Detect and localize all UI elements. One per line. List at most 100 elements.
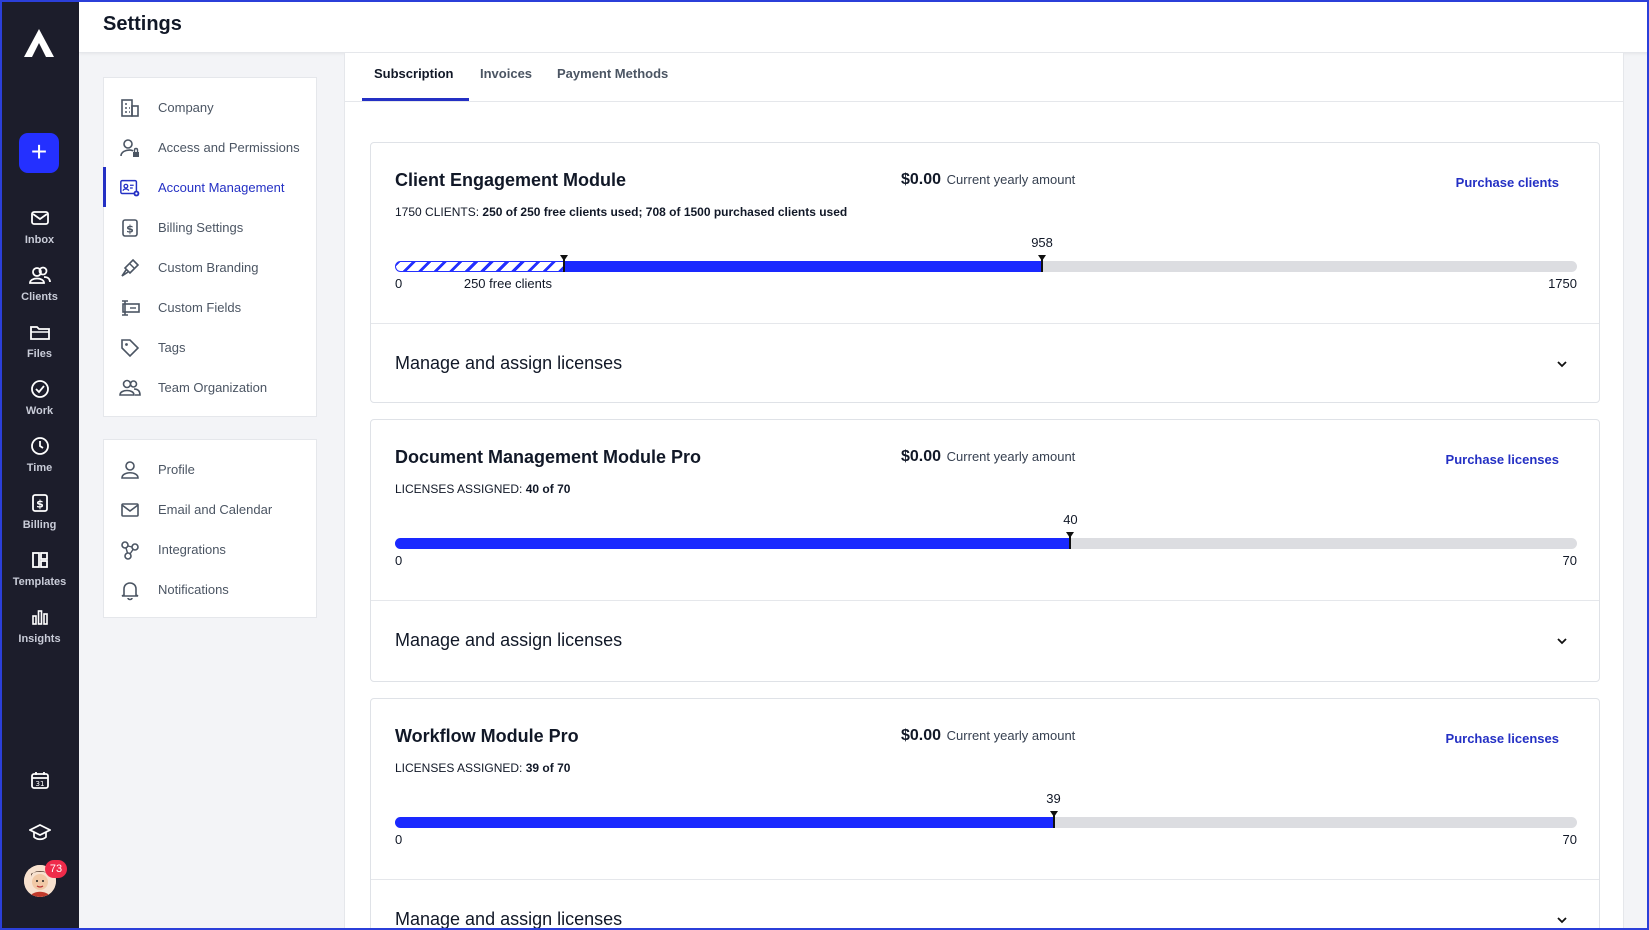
- manage-licenses-row[interactable]: Manage and assign licenses: [371, 323, 1599, 403]
- nav-item-notifications[interactable]: Notifications: [104, 569, 316, 609]
- purchase-licenses-button[interactable]: Purchase licenses: [1446, 731, 1559, 746]
- used-marker: [1066, 532, 1075, 549]
- manage-licenses-label: Manage and assign licenses: [395, 909, 623, 929]
- rail-item-label: Inbox: [24, 234, 55, 246]
- integrations-icon: [121, 541, 139, 560]
- rail-item-label: Clients: [21, 291, 58, 303]
- app-rail: + Inbox Clients Files Work Time $ Billin…: [0, 0, 79, 930]
- rail-item-label: Time: [26, 462, 53, 474]
- usage-prefix: LICENSES ASSIGNED:: [395, 482, 523, 496]
- nav-item-integrations[interactable]: Integrations: [104, 529, 316, 569]
- tab-payment-methods[interactable]: Payment Methods: [557, 66, 668, 81]
- nav-item-company[interactable]: Company: [104, 87, 316, 127]
- module-card-document-management: Document Management Module Pro $0.00 Cur…: [370, 419, 1600, 682]
- usage-bar: 958 0 250 free clients 1750: [395, 235, 1577, 291]
- used-value-label: 39: [1046, 791, 1061, 806]
- amount-value: $0.00: [901, 448, 942, 465]
- module-title: Workflow Module Pro: [395, 726, 579, 746]
- nav-item-account-management[interactable]: Account Management: [103, 167, 316, 207]
- bell-icon: [121, 582, 139, 601]
- svg-text:$: $: [36, 498, 44, 511]
- tab-subscription[interactable]: Subscription: [374, 66, 453, 81]
- main-content: Subscription Invoices Payment Methods Cl…: [344, 53, 1624, 930]
- module-card-workflow: Workflow Module Pro $0.00 Current yearly…: [370, 698, 1600, 930]
- svg-text:31: 31: [35, 780, 44, 788]
- usage-value: 39 of 70: [525, 761, 571, 775]
- nav-item-label: Custom Branding: [158, 259, 259, 275]
- rail-item-inbox[interactable]: Inbox: [0, 208, 79, 246]
- nav-item-label: Tags: [158, 339, 186, 355]
- nav-item-email-calendar[interactable]: Email and Calendar: [104, 489, 316, 529]
- account-gear-icon: [120, 179, 140, 197]
- amount-value: $0.00: [901, 727, 942, 744]
- module-title: Client Engagement Module: [395, 170, 627, 190]
- amount-label: Current yearly amount: [946, 728, 1076, 743]
- rail-item-label: Files: [26, 348, 53, 360]
- usage-value: 250 of 250 free clients used; 708 of 150…: [482, 205, 848, 219]
- nav-item-label: Custom Fields: [158, 299, 242, 315]
- chevron-down-icon[interactable]: [1555, 913, 1569, 927]
- mail-icon: [121, 503, 139, 517]
- used-marker: [1049, 811, 1058, 828]
- purchase-clients-button[interactable]: Purchase clients: [1456, 175, 1559, 190]
- rail-item-label: Work: [25, 405, 54, 417]
- rail-item-templates[interactable]: Templates: [0, 550, 79, 588]
- nav-item-tags[interactable]: Tags: [104, 327, 316, 367]
- nav-item-custom-fields[interactable]: Custom Fields: [104, 287, 316, 327]
- rail-item-clients[interactable]: Clients: [0, 265, 79, 303]
- nav-item-profile[interactable]: Profile: [104, 449, 316, 489]
- rail-item-insights[interactable]: Insights: [0, 607, 79, 645]
- tab-invoices[interactable]: Invoices: [480, 66, 532, 81]
- nav-item-label: Billing Settings: [158, 219, 244, 235]
- module-amount: $0.00 Current yearly amount: [901, 727, 1075, 745]
- module-usage-summary: LICENSES ASSIGNED: 39 of 70: [395, 761, 570, 775]
- manage-licenses-row[interactable]: Manage and assign licenses: [371, 879, 1599, 930]
- settings-nav-personal: Profile Email and Calendar Integrations …: [103, 439, 317, 618]
- rail-item-files[interactable]: Files: [0, 322, 79, 360]
- settings-nav-organization: Company Access and Permissions Account M…: [103, 77, 317, 417]
- nav-item-label: Access and Permissions: [158, 139, 300, 155]
- amount-value: $0.00: [901, 171, 942, 188]
- manage-licenses-label: Manage and assign licenses: [395, 353, 623, 373]
- rail-item-label: Billing: [22, 519, 57, 531]
- dollar-doc-icon: $: [122, 219, 138, 237]
- chevron-down-icon[interactable]: [1555, 357, 1569, 371]
- amount-label: Current yearly amount: [946, 449, 1076, 464]
- chevron-down-icon[interactable]: [1555, 634, 1569, 648]
- used-value-label: 958: [1031, 235, 1053, 250]
- bar-max-label: 70: [1562, 832, 1577, 847]
- building-icon: [121, 99, 139, 117]
- rail-item-billing[interactable]: $ Billing: [0, 493, 79, 531]
- top-header: Settings: [79, 0, 1649, 53]
- usage-bar: 39 0 70: [395, 791, 1577, 847]
- user-lock-icon: [120, 139, 139, 157]
- usage-bar: 40 0 70: [395, 512, 1577, 568]
- nav-item-label: Notifications: [158, 581, 229, 597]
- purchase-licenses-button[interactable]: Purchase licenses: [1446, 452, 1559, 467]
- usage-value: 40 of 70: [525, 482, 571, 496]
- nav-item-team-organization[interactable]: Team Organization: [104, 367, 316, 407]
- svg-text:$: $: [126, 223, 134, 236]
- users-icon: [28, 266, 51, 284]
- calendar-button[interactable]: 31: [0, 770, 79, 790]
- app-logo-icon[interactable]: [22, 27, 56, 61]
- nav-item-custom-branding[interactable]: Custom Branding: [104, 247, 316, 287]
- mail-icon: [30, 211, 49, 225]
- add-new-button[interactable]: +: [19, 133, 59, 173]
- bar-min-label: 0: [395, 553, 403, 568]
- bar-min-label: 0: [395, 276, 403, 291]
- rail-item-label: Insights: [18, 633, 61, 645]
- field-icon: [122, 300, 140, 316]
- nav-item-label: Account Management: [158, 179, 285, 195]
- learning-button[interactable]: [0, 822, 79, 842]
- nav-item-access-permissions[interactable]: Access and Permissions: [104, 127, 316, 167]
- rail-item-time[interactable]: Time: [0, 436, 79, 474]
- manage-licenses-row[interactable]: Manage and assign licenses: [371, 600, 1599, 680]
- used-segment: [395, 538, 1071, 549]
- dollar-icon: $: [31, 494, 48, 512]
- module-usage-summary: 1750 CLIENTS: 250 of 250 free clients us…: [395, 205, 847, 219]
- nav-item-billing-settings[interactable]: $ Billing Settings: [104, 207, 316, 247]
- rail-item-label: Templates: [12, 576, 67, 588]
- folder-icon: [29, 326, 50, 340]
- rail-item-work[interactable]: Work: [0, 379, 79, 417]
